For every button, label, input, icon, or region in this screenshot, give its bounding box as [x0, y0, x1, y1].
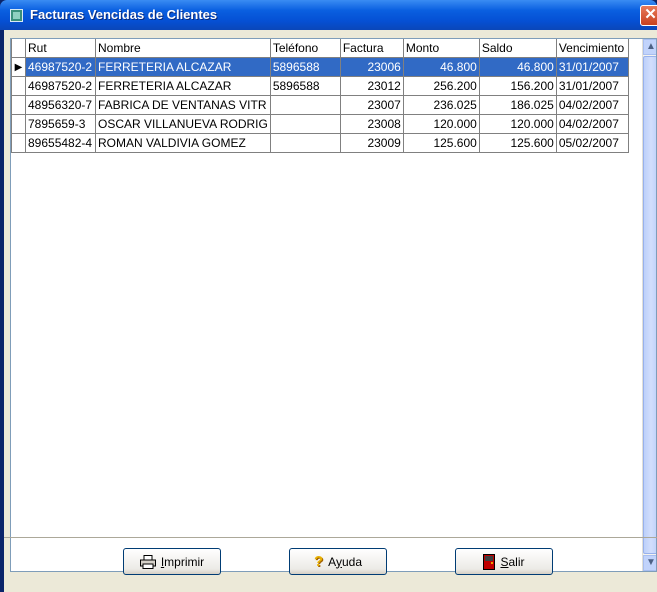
printer-icon: [139, 554, 156, 569]
cell-vencimiento[interactable]: 04/02/2007: [555, 95, 629, 115]
cell-factura[interactable]: 23008: [339, 114, 404, 134]
cell-nombre[interactable]: ROMAN VALDIVIA GOMEZ: [95, 133, 271, 153]
print-button[interactable]: Imprimir: [123, 548, 221, 575]
row-indicator: [11, 76, 26, 96]
cell-saldo[interactable]: 125.600: [478, 133, 557, 153]
column-header-nombre[interactable]: Nombre: [95, 39, 271, 58]
cell-nombre[interactable]: FABRICA DE VENTANAS VITR: [95, 95, 271, 115]
cell-nombre[interactable]: FERRETERIA ALCAZAR: [95, 57, 271, 77]
row-indicator: [11, 133, 26, 153]
table-row[interactable]: 48956320-7 FABRICA DE VENTANAS VITR 2300…: [11, 95, 629, 115]
column-header-vencimiento[interactable]: Vencimiento: [555, 39, 629, 58]
table-row[interactable]: 89655482-4 ROMAN VALDIVIA GOMEZ 23009 12…: [11, 133, 629, 153]
scroll-up-arrow-icon[interactable]: ▲: [643, 39, 656, 55]
cell-vencimiento[interactable]: 31/01/2007: [555, 57, 629, 77]
invoices-grid[interactable]: Rut Nombre Teléfono Factura Monto Saldo …: [10, 38, 657, 572]
exit-label: Salir: [500, 554, 525, 569]
column-header-rut[interactable]: Rut: [25, 39, 96, 58]
header-indicator: [11, 39, 26, 58]
invoices-table: Rut Nombre Teléfono Factura Monto Saldo …: [11, 39, 629, 153]
cell-monto[interactable]: 46.800: [402, 57, 480, 77]
scroll-down-arrow-icon[interactable]: ▼: [643, 555, 656, 571]
cell-telefono[interactable]: 5896588: [269, 57, 341, 77]
divider: [4, 537, 657, 538]
row-indicator: [11, 114, 26, 134]
cell-rut[interactable]: 46987520-2: [25, 57, 96, 77]
column-header-saldo[interactable]: Saldo: [478, 39, 557, 58]
cell-vencimiento[interactable]: 04/02/2007: [555, 114, 629, 134]
window: Facturas Vencidas de Clientes ✕ Rut Nomb…: [0, 0, 657, 592]
cell-nombre[interactable]: OSCAR VILLANUEVA RODRIG: [95, 114, 271, 134]
exit-door-icon: [483, 553, 496, 570]
question-icon: ?: [314, 553, 324, 570]
cell-factura[interactable]: 23009: [339, 133, 404, 153]
cell-monto[interactable]: 120.000: [402, 114, 480, 134]
help-button[interactable]: ? Ayuda: [289, 548, 387, 575]
cell-monto[interactable]: 125.600: [402, 133, 480, 153]
cell-telefono[interactable]: [269, 114, 341, 134]
table-row[interactable]: ▶ 46987520-2 FERRETERIA ALCAZAR 5896588 …: [11, 57, 629, 77]
cell-vencimiento[interactable]: 05/02/2007: [555, 133, 629, 153]
print-label: Imprimir: [160, 554, 205, 569]
title-bar[interactable]: Facturas Vencidas de Clientes ✕: [0, 0, 657, 30]
cell-vencimiento[interactable]: 31/01/2007: [555, 76, 629, 96]
cell-rut[interactable]: 7895659-3: [25, 114, 96, 134]
help-label: Ayuda: [328, 554, 362, 569]
cell-nombre[interactable]: FERRETERIA ALCAZAR: [95, 76, 271, 96]
row-indicator: [11, 95, 26, 115]
app-icon: [10, 9, 23, 22]
cell-monto[interactable]: 236.025: [402, 95, 480, 115]
cell-telefono[interactable]: [269, 133, 341, 153]
vertical-scrollbar[interactable]: ▲ ▼: [642, 39, 656, 571]
cell-saldo[interactable]: 120.000: [478, 114, 557, 134]
window-title: Facturas Vencidas de Clientes: [30, 7, 218, 22]
column-header-monto[interactable]: Monto: [402, 39, 480, 58]
column-header-factura[interactable]: Factura: [339, 39, 404, 58]
table-row[interactable]: 7895659-3 OSCAR VILLANUEVA RODRIG 23008 …: [11, 114, 629, 134]
row-indicator-arrow-icon: ▶: [11, 57, 26, 77]
cell-telefono[interactable]: 5896588: [269, 76, 341, 96]
exit-button[interactable]: Salir: [455, 548, 553, 575]
cell-factura[interactable]: 23007: [339, 95, 404, 115]
cell-telefono[interactable]: [269, 95, 341, 115]
cell-saldo[interactable]: 186.025: [478, 95, 557, 115]
table-row[interactable]: 46987520-2 FERRETERIA ALCAZAR 5896588 23…: [11, 76, 629, 96]
scroll-thumb[interactable]: [643, 56, 656, 554]
column-header-telefono[interactable]: Teléfono: [269, 39, 341, 58]
client-area: Rut Nombre Teléfono Factura Monto Saldo …: [4, 30, 657, 592]
cell-rut[interactable]: 89655482-4: [25, 133, 96, 153]
cell-rut[interactable]: 48956320-7: [25, 95, 96, 115]
close-button[interactable]: ✕: [640, 5, 657, 26]
header-row: Rut Nombre Teléfono Factura Monto Saldo …: [11, 39, 629, 58]
cell-rut[interactable]: 46987520-2: [25, 76, 96, 96]
cell-factura[interactable]: 23006: [339, 57, 404, 77]
cell-saldo[interactable]: 156.200: [478, 76, 557, 96]
cell-factura[interactable]: 23012: [339, 76, 404, 96]
cell-saldo[interactable]: 46.800: [478, 57, 557, 77]
cell-monto[interactable]: 256.200: [402, 76, 480, 96]
